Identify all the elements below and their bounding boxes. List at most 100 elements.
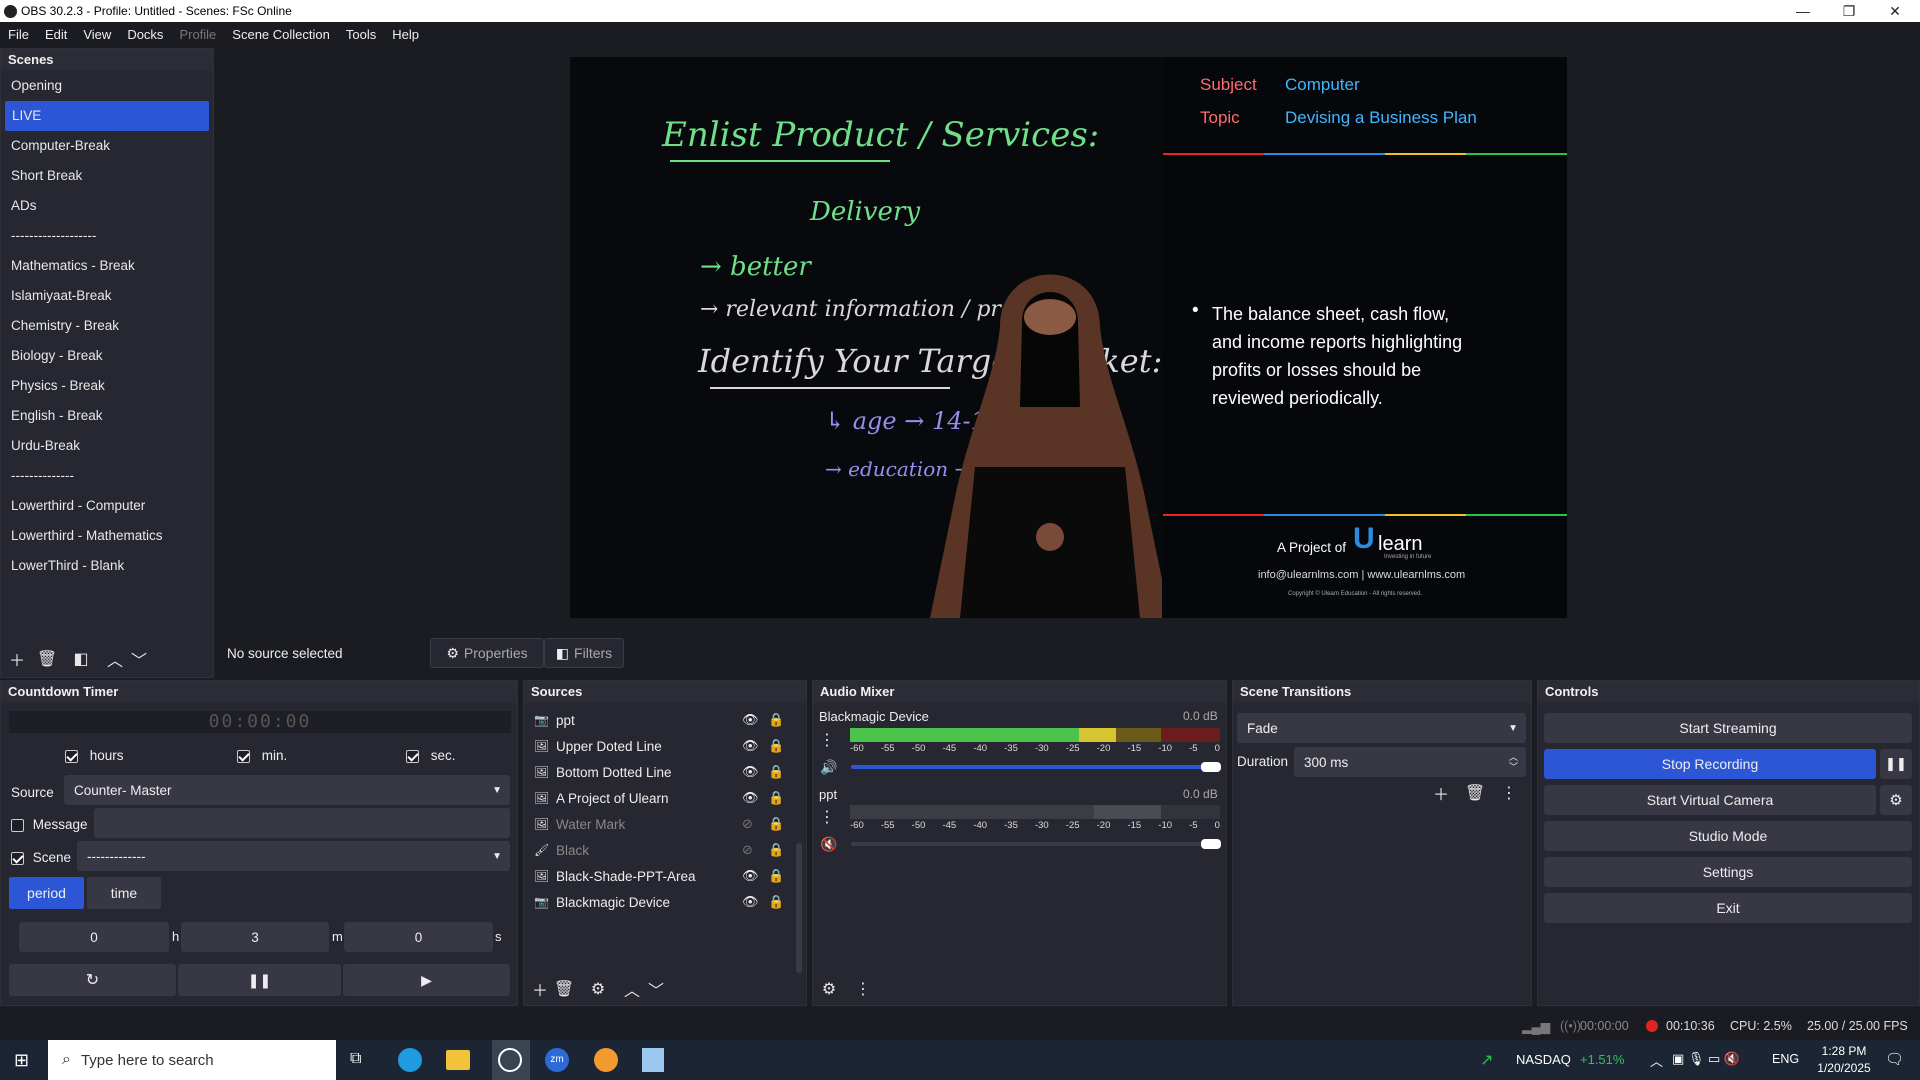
reset-button[interactable]: ↻ [9,964,176,996]
lock-icon[interactable]: 🔒 [768,738,784,754]
eye-icon[interactable]: 👁 [742,894,759,910]
source-item[interactable]: 📷 Blackmagic Device 👁 🔒 [528,889,793,915]
scene-item[interactable]: Urdu-Break [1,431,213,461]
clock-time[interactable]: 1:28 PM [1812,1044,1876,1058]
speaker-icon[interactable]: 🔊 [819,755,839,779]
stop-recording-button[interactable]: Stop Recording [1544,749,1876,779]
tray-icons[interactable]: ▣ 🎙 ▭ 🔇 [1672,1051,1740,1067]
filters-button[interactable]: ◧ Filters [544,638,624,668]
scene-item[interactable]: English - Break [1,401,213,431]
scene-item[interactable]: -------------- [1,461,213,491]
scene-item[interactable]: Computer-Break [1,131,213,161]
menu-tools[interactable]: Tools [346,27,376,42]
scene-item[interactable]: Lowerthird - Mathematics [1,521,213,551]
spinner-icon[interactable]: ︿ ﹀ [1509,752,1518,772]
maximize-button[interactable]: ❐ [1826,0,1872,22]
clock-date[interactable]: 1/20/2025 [1812,1061,1876,1075]
windows-start-icon[interactable]: ⊞ [14,1050,29,1071]
scene-item[interactable]: Opening [1,71,213,101]
preview-canvas[interactable]: Enlist Product / Services: Delivery → be… [570,57,1567,618]
minutes-input[interactable]: 3 [181,922,329,952]
eye-hidden-icon[interactable]: ⊘ [742,816,753,832]
lock-icon[interactable]: 🔒 [768,868,784,884]
eye-icon[interactable]: 👁 [742,738,759,754]
eye-icon[interactable]: 👁 [742,790,759,806]
menu-docks[interactable]: Docks [127,27,163,42]
lock-icon[interactable]: 🔒 [768,816,784,832]
scene-select[interactable]: ------------- ▼ [77,841,510,871]
eye-icon[interactable]: 👁 [742,712,759,728]
scene-item[interactable]: Islamiyaat-Break [1,281,213,311]
pause-button[interactable]: ❚❚ [178,964,341,996]
scene-checkbox[interactable]: Scene [11,850,71,865]
studio-mode-button[interactable]: Studio Mode [1544,821,1912,851]
start-streaming-button[interactable]: Start Streaming [1544,713,1912,743]
add-source-icon[interactable]: ＋ [528,977,552,1001]
move-down-icon[interactable]: ﹀ [127,647,151,671]
volume-slider-handle[interactable] [1201,839,1221,849]
tray-chevron-icon[interactable]: ︿ [1650,1051,1663,1070]
scene-item[interactable]: ------------------- [1,221,213,251]
scene-item[interactable]: Chemistry - Break [1,311,213,341]
exit-button[interactable]: Exit [1544,893,1912,923]
lock-icon[interactable]: 🔒 [768,842,784,858]
lock-icon[interactable]: 🔒 [768,790,784,806]
remove-source-icon[interactable]: 🗑 [552,977,576,1001]
remove-scene-icon[interactable]: 🗑 [35,647,59,671]
menu-edit[interactable]: Edit [45,27,67,42]
menu-scene-collection[interactable]: Scene Collection [232,27,330,42]
zoom-icon[interactable]: zm [545,1048,569,1072]
period-tab[interactable]: period [9,877,84,909]
minimize-button[interactable]: — [1780,0,1826,22]
scene-item[interactable]: Short Break [1,161,213,191]
notifications-icon[interactable]: 🗨 [1885,1050,1904,1068]
scene-item[interactable]: LIVE [5,101,209,131]
channel-menu-icon[interactable]: ⋮ [819,728,835,752]
volume-slider[interactable] [851,765,1214,769]
hours-checkbox[interactable]: hours [65,748,124,763]
virtual-camera-settings-button[interactable]: ⚙ [1880,785,1912,815]
source-item[interactable]: 🖌 Black ⊘ 🔒 [528,837,793,863]
firefox-icon[interactable] [594,1048,618,1072]
channel-menu-icon[interactable]: ⋮ [819,805,835,829]
settings-button[interactable]: Settings [1544,857,1912,887]
source-select[interactable]: Counter- Master ▼ [64,775,510,805]
scene-item[interactable]: Mathematics - Break [1,251,213,281]
source-item[interactable]: 🖼 Bottom Dotted Line 👁 🔒 [528,759,793,785]
scene-item[interactable]: ADs [1,191,213,221]
transition-menu-icon[interactable]: ⋮ [1497,781,1521,805]
move-up-icon[interactable]: ︿ [620,977,644,1001]
file-explorer-icon[interactable] [446,1050,470,1070]
muted-speaker-icon[interactable]: 🔇 [819,832,839,856]
eye-hidden-icon[interactable]: ⊘ [742,842,753,858]
menu-file[interactable]: File [8,27,29,42]
duration-input[interactable]: 300 ms ︿ ﹀ [1294,747,1526,777]
source-item[interactable]: 🖼 Water Mark ⊘ 🔒 [528,811,793,837]
source-properties-icon[interactable]: ⚙ [586,977,610,1001]
audio-menu-icon[interactable]: ⋮ [851,977,875,1001]
ticker-name[interactable]: NASDAQ [1516,1052,1571,1067]
sources-scrollbar[interactable] [796,843,802,973]
close-button[interactable]: ✕ [1872,0,1918,22]
add-transition-icon[interactable]: ＋ [1429,781,1453,805]
transition-select[interactable]: Fade ▼ [1237,713,1526,743]
remove-transition-icon[interactable]: 🗑 [1463,781,1487,805]
add-scene-icon[interactable]: ＋ [5,647,29,671]
menu-help[interactable]: Help [392,27,419,42]
task-view-icon[interactable]: ⧉ [350,1050,361,1068]
source-item[interactable]: 🖼 Upper Doted Line 👁 🔒 [528,733,793,759]
volume-slider[interactable] [851,842,1214,846]
language-indicator[interactable]: ENG [1772,1052,1799,1066]
edge-icon[interactable] [398,1048,422,1072]
min-checkbox[interactable]: min. [237,748,287,763]
message-checkbox[interactable]: Message [11,817,88,832]
volume-slider-handle[interactable] [1201,762,1221,772]
seconds-input[interactable]: 0 [344,922,493,952]
move-up-icon[interactable]: ︿ [103,647,127,671]
message-input[interactable] [94,808,510,838]
time-tab[interactable]: time [87,877,161,909]
source-item[interactable]: 🖼 A Project of Ulearn 👁 🔒 [528,785,793,811]
hours-input[interactable]: 0 [19,922,169,952]
advanced-audio-icon[interactable]: ⚙ [817,977,841,1001]
eye-icon[interactable]: 👁 [742,764,759,780]
